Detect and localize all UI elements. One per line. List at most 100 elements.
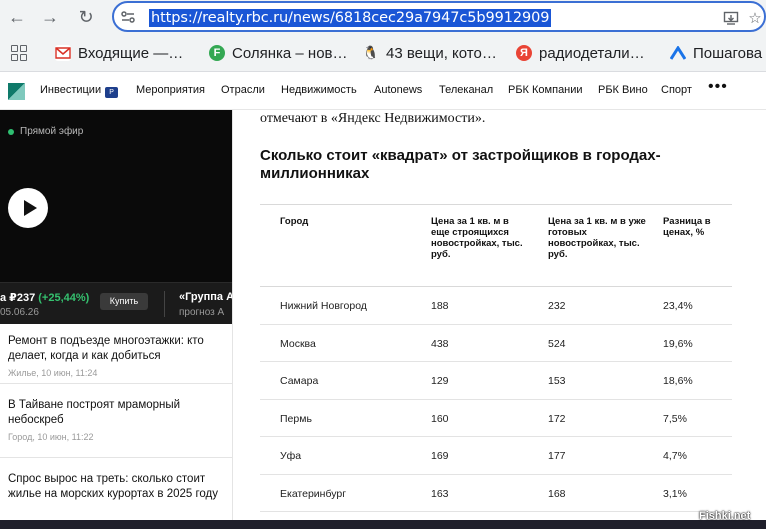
left-column: Прямой эфир а ₽237 (+25,44%) 05.06.26 Ку… (0, 110, 234, 529)
bookmark-radiodetali[interactable]: Я радиодетали… (516, 43, 645, 63)
cell-price-ready: 232 (548, 300, 566, 312)
header-price-difference: Разница в ценах, % (663, 216, 711, 238)
bookmark-label: радиодетали… (539, 44, 645, 62)
nav-industries[interactable]: Отрасли (221, 84, 265, 96)
ticker-divider (164, 291, 165, 317)
table-row: Москва 438 524 19,6% (260, 325, 732, 362)
cell-price-building: 169 (431, 450, 449, 462)
table-row: Пермь 160 172 7,5% (260, 400, 732, 437)
cell-price-building: 129 (431, 375, 449, 387)
bookmark-43-things[interactable]: 🐧 43 вещи, кото… (363, 43, 497, 63)
header-price-under-construction: Цена за 1 кв. м в еще строящихся новостр… (431, 216, 523, 260)
bookmark-gmail[interactable]: Входящие —… (55, 43, 183, 63)
cell-difference: 19,6% (663, 337, 693, 350)
article-paragraph: отмечают в «Яндекс Недвижимости». (260, 111, 486, 126)
ticker-date: 05.06.26 (0, 307, 39, 318)
live-dot-icon (8, 128, 14, 135)
news-item[interactable]: В Тайване построят мраморный небоскреб Г… (0, 384, 232, 458)
cell-city: Уфа (280, 450, 302, 462)
bookmark-label: Входящие —… (78, 44, 184, 62)
cell-city: Москва (280, 337, 316, 350)
site-info-icon[interactable] (120, 9, 136, 25)
site-nav: Инвестиции P Мероприятия Отрасли Недвижим… (0, 72, 766, 110)
cell-price-ready: 172 (548, 412, 566, 425)
apps-grid-icon[interactable] (11, 45, 27, 61)
news-title[interactable]: В Тайване построят мраморный небоскреб (8, 398, 224, 428)
arrow-logo-icon (670, 45, 686, 61)
cell-city: Самара (280, 375, 319, 387)
url-text[interactable]: https://realty.rbc.ru/news/6818cec29a794… (149, 9, 552, 27)
more-menu-icon[interactable]: ••• (708, 78, 728, 96)
cell-difference: 3,1% (663, 487, 687, 500)
watermark: Fishki.net (699, 510, 751, 522)
buy-button[interactable]: Купить (100, 293, 148, 310)
gmail-icon (55, 45, 71, 61)
cell-price-building: 188 (431, 300, 449, 312)
cell-price-building: 438 (431, 337, 449, 350)
live-video-player[interactable]: Прямой эфир (0, 110, 232, 282)
bookmark-label: Пошагова (693, 44, 763, 62)
cell-difference: 23,4% (663, 300, 693, 312)
cell-difference: 4,7% (663, 450, 687, 462)
nav-investments[interactable]: Инвестиции P (40, 84, 119, 98)
address-bar[interactable]: https://realty.rbc.ru/news/6818cec29a794… (112, 1, 766, 32)
cell-difference: 7,5% (663, 412, 687, 425)
table-row: Уфа 169 177 4,7% (260, 437, 732, 475)
ticker-second-name[interactable]: «Группа А (179, 291, 234, 303)
browser-toolbar: ← → ↻ https://realty.rbc.ru/news/6818cec… (0, 0, 766, 34)
cell-price-ready: 524 (548, 337, 566, 350)
table-row: Самара 129 153 18,6% (260, 362, 732, 400)
cell-difference: 18,6% (663, 375, 693, 387)
play-icon (23, 200, 37, 216)
back-icon[interactable]: ← (5, 5, 29, 29)
bookmark-poshagova[interactable]: Пошагова (670, 43, 762, 63)
price-table: Город Цена за 1 кв. м в еще строящихся н… (260, 204, 732, 512)
play-button[interactable] (8, 188, 48, 228)
fishki-icon: F (209, 45, 225, 61)
install-app-icon[interactable] (721, 8, 741, 28)
forward-icon[interactable]: → (38, 5, 62, 29)
bookmarks-bar: Входящие —… F Солянка – нов… 🐧 43 вещи, … (0, 34, 766, 72)
news-item[interactable]: Спрос вырос на треть: сколько стоит жиль… (0, 458, 232, 529)
news-meta: Город, 10 июн, 11:22 (8, 432, 94, 442)
cell-city: Екатеринбург (280, 487, 347, 500)
cell-price-ready: 168 (548, 487, 566, 500)
table-heading: Сколько стоит «квадрат» от застройщиков … (260, 147, 661, 182)
cell-city: Пермь (280, 412, 312, 425)
nav-tv[interactable]: Телеканал (439, 84, 493, 96)
cell-price-building: 163 (431, 487, 449, 500)
news-title[interactable]: Ремонт в подъезде многоэтажки: кто делае… (8, 334, 224, 364)
cell-price-building: 160 (431, 412, 449, 425)
nav-rbc-companies[interactable]: РБК Компании (508, 84, 583, 96)
nav-rbc-wine[interactable]: РБК Вино (598, 84, 648, 96)
cell-price-ready: 153 (548, 375, 566, 387)
nav-sport[interactable]: Спорт (661, 84, 692, 96)
header-city: Город (280, 216, 309, 227)
yandex-icon: Я (516, 45, 532, 61)
nav-realty[interactable]: Недвижимость (281, 84, 357, 96)
os-taskbar (0, 520, 766, 529)
news-meta: Жилье, 10 июн, 11:24 (8, 368, 98, 378)
ticker-change: (+25,44%) (38, 292, 90, 304)
cell-city: Нижний Новгород (280, 300, 367, 312)
nav-events[interactable]: Мероприятия (136, 84, 205, 96)
ticker-price: а ₽237 (+25,44%) (0, 292, 90, 304)
live-indicator: Прямой эфир (8, 126, 83, 137)
table-row: Екатеринбург 163 168 3,1% (260, 475, 732, 512)
penguin-icon: 🐧 (362, 45, 380, 60)
reload-icon[interactable]: ↻ (74, 5, 98, 29)
rbc-logo-icon[interactable] (8, 83, 25, 100)
nav-autonews[interactable]: Autonews (374, 84, 422, 96)
pro-badge-icon: P (105, 87, 119, 98)
news-item[interactable]: Ремонт в подъезде многоэтажки: кто делае… (0, 324, 232, 384)
ticker-second-sub: прогноз А (179, 307, 225, 318)
cell-price-ready: 177 (548, 450, 566, 462)
bookmark-star-icon[interactable]: ☆ (745, 8, 765, 28)
news-title[interactable]: Спрос вырос на треть: сколько стоит жиль… (8, 472, 224, 502)
table-header: Город Цена за 1 кв. м в еще строящихся н… (260, 205, 732, 287)
bookmark-fishki[interactable]: F Солянка – нов… (209, 43, 348, 63)
column-divider (232, 110, 233, 529)
header-price-finished: Цена за 1 кв. м в уже готовых новостройк… (548, 216, 646, 260)
table-row: Нижний Новгород 188 232 23,4% (260, 287, 732, 325)
bookmark-label: Солянка – нов… (232, 44, 348, 62)
